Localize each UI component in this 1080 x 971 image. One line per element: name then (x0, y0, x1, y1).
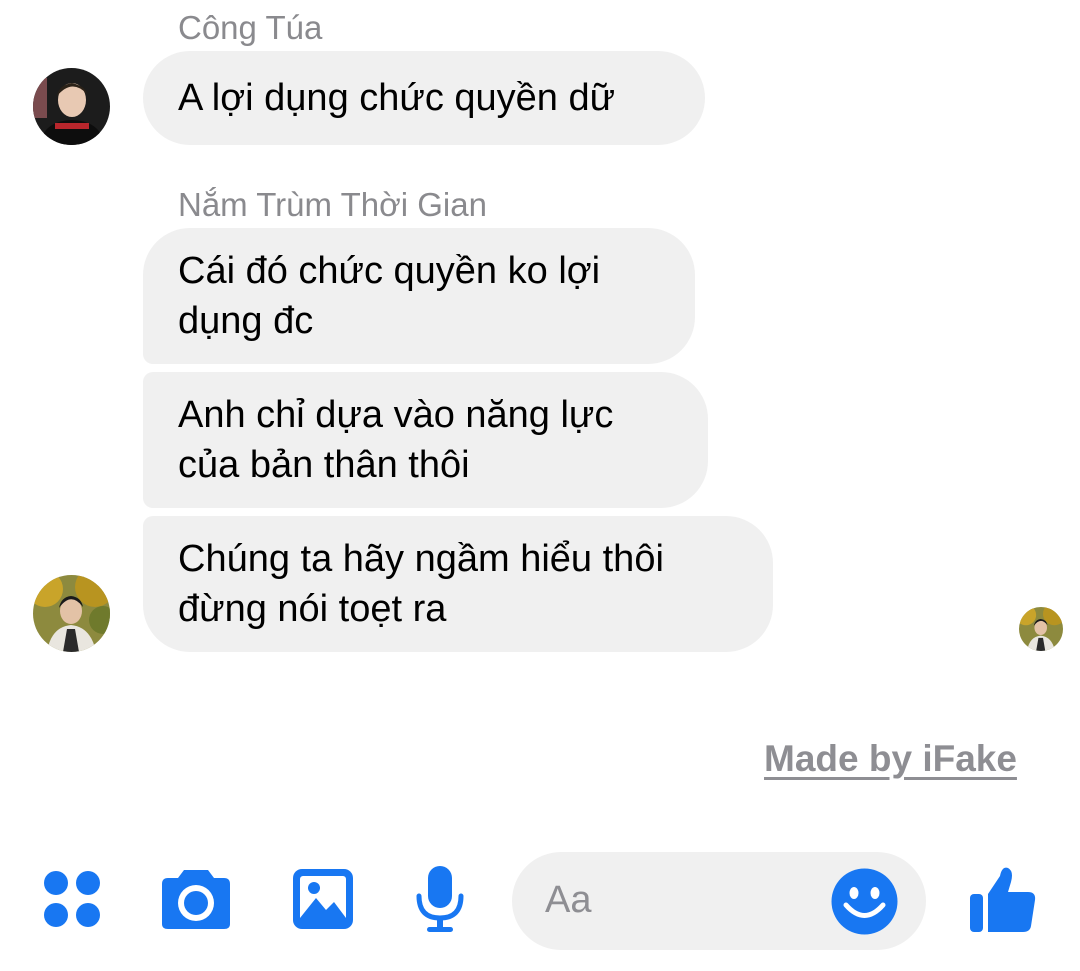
avatar-photo-icon (33, 68, 110, 145)
watermark-link[interactable]: Made by iFake (764, 738, 1017, 780)
avatar-photo-icon (33, 575, 110, 652)
camera-icon[interactable] (160, 868, 232, 930)
emoji-icon[interactable] (831, 868, 898, 935)
avatar[interactable] (33, 68, 110, 145)
input-placeholder: Aa (545, 879, 592, 921)
message-text: A lợi dụng chức quyền dữ (178, 77, 616, 119)
message-text: Cái đó chức quyền ko lợi dụng đc (178, 250, 601, 342)
sender-name: Công Túa (178, 9, 323, 46)
seen-avatar (1019, 607, 1063, 651)
sender-name: Nắm Trùm Thời Gian (178, 186, 487, 223)
gallery-icon[interactable] (292, 868, 354, 930)
microphone-icon[interactable] (414, 864, 466, 934)
message-bubble[interactable]: Cái đó chức quyền ko lợi dụng đc (143, 228, 695, 364)
avatar[interactable] (33, 575, 110, 652)
message-bubble[interactable]: Chúng ta hãy ngầm hiểu thôi đừng nói toẹ… (143, 516, 773, 652)
message-bubble[interactable]: A lợi dụng chức quyền dữ (143, 51, 705, 145)
message-bubble[interactable]: Anh chỉ dựa vào năng lực của bản thân th… (143, 372, 708, 508)
composer-bar: Aa (0, 840, 1080, 971)
message-text: Anh chỉ dựa vào năng lực của bản thân th… (178, 394, 614, 486)
message-text: Chúng ta hãy ngầm hiểu thôi đừng nói toẹ… (178, 538, 664, 630)
avatar-photo-icon (1019, 607, 1063, 651)
thumbs-up-icon[interactable] (968, 864, 1038, 934)
apps-icon[interactable] (43, 870, 101, 928)
message-input[interactable]: Aa (512, 852, 926, 950)
